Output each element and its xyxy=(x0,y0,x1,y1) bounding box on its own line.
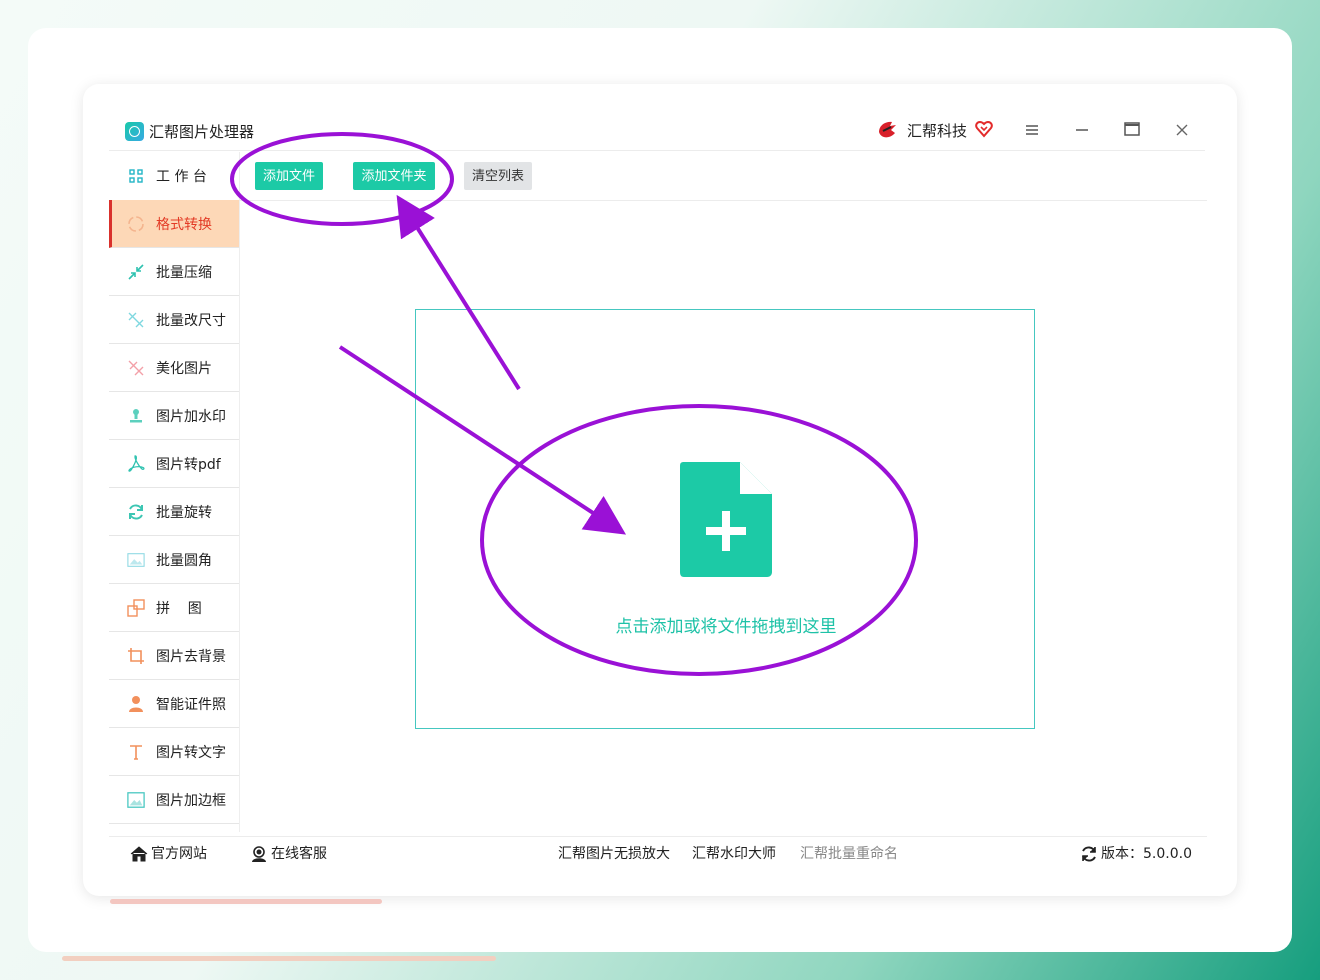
sidebar-item-label: 图片加水印 xyxy=(156,408,226,425)
window-shadow-bar xyxy=(110,899,382,904)
sidebar-item-round-corner[interactable]: 批量圆角 xyxy=(109,536,239,584)
sidebar-item-label: 拼 图 xyxy=(156,600,202,617)
version-info[interactable]: 版本：5.0.0.0 xyxy=(1080,844,1192,864)
pdf-icon xyxy=(127,454,145,473)
collage-icon xyxy=(127,598,145,617)
add-folder-button[interactable]: 添加文件夹 xyxy=(353,162,435,190)
file-drop-zone[interactable]: 点击添加或将文件拖拽到这里 xyxy=(415,309,1035,729)
home-icon xyxy=(130,846,148,862)
round-corner-icon xyxy=(127,551,145,569)
sidebar-item-collage[interactable]: 拼 图 xyxy=(109,584,239,632)
crop-icon xyxy=(127,647,145,665)
sidebar-item-batch-rotate[interactable]: 批量旋转 xyxy=(109,488,239,536)
toolbar-divider xyxy=(239,200,1207,201)
sidebar-item-label: 图片去背景 xyxy=(156,648,226,665)
close-icon[interactable] xyxy=(1171,120,1193,142)
add-file-button[interactable]: 添加文件 xyxy=(255,162,323,190)
menu-icon[interactable] xyxy=(1021,120,1043,142)
clear-list-button[interactable]: 清空列表 xyxy=(464,162,532,190)
sidebar-item-id-photo[interactable]: 智能证件照 xyxy=(109,680,239,728)
watermark-icon xyxy=(127,407,145,425)
sidebar-item-label: 图片转pdf xyxy=(156,456,221,473)
sidebar-item-label: 批量压缩 xyxy=(156,264,212,281)
official-site-link[interactable]: 官方网站 xyxy=(130,844,207,864)
version-label: 版本：5.0.0.0 xyxy=(1101,846,1192,862)
compress-icon xyxy=(127,263,145,281)
online-service-link[interactable]: 在线客服 xyxy=(250,844,327,864)
frame-icon xyxy=(127,791,145,809)
sidebar-item-label: 图片转文字 xyxy=(156,744,226,761)
sidebar-item-batch-compress[interactable]: 批量压缩 xyxy=(109,248,239,296)
official-site-label: 官方网站 xyxy=(151,846,207,862)
sidebar-item-label: 批量改尺寸 xyxy=(156,312,226,329)
sidebar-item-workbench[interactable]: 工 作 台 xyxy=(109,152,239,200)
sidebar-item-label: 美化图片 xyxy=(156,360,212,377)
sidebar-item-beautify[interactable]: 美化图片 xyxy=(109,344,239,392)
footer-link-watermark-master[interactable]: 汇帮水印大师 xyxy=(692,844,776,864)
sidebar-item-batch-resize[interactable]: 批量改尺寸 xyxy=(109,296,239,344)
sidebar-item-add-frame[interactable]: 图片加边框 xyxy=(109,776,239,824)
sidebar-item-label: 格式转换 xyxy=(156,216,212,233)
brand-logo-icon xyxy=(879,121,896,138)
sidebar-divider xyxy=(239,152,240,832)
convert-icon xyxy=(127,215,145,233)
minimize-icon[interactable] xyxy=(1071,120,1093,142)
sidebar-item-label: 图片加边框 xyxy=(156,792,226,809)
sidebar-item-remove-bg[interactable]: 图片去背景 xyxy=(109,632,239,680)
sidebar-item-to-text[interactable]: 图片转文字 xyxy=(109,728,239,776)
vip-heart-icon[interactable] xyxy=(975,120,993,138)
grid-icon xyxy=(127,167,145,185)
sidebar-item-label: 批量圆角 xyxy=(156,552,212,569)
sidebar-item-to-pdf[interactable]: 图片转pdf xyxy=(109,440,239,488)
beautify-icon xyxy=(127,359,145,377)
resize-icon xyxy=(127,311,145,329)
brand-name: 汇帮科技 xyxy=(907,122,968,140)
add-file-icon[interactable] xyxy=(680,462,772,578)
customer-service-icon xyxy=(252,846,266,862)
sidebar-item-format-convert[interactable]: 格式转换 xyxy=(109,200,239,248)
footer-divider xyxy=(109,836,1207,837)
refresh-icon xyxy=(1082,846,1096,862)
person-icon xyxy=(127,695,145,713)
sidebar-item-watermark[interactable]: 图片加水印 xyxy=(109,392,239,440)
app-logo-icon xyxy=(125,122,144,141)
text-icon xyxy=(127,743,145,761)
drop-zone-text: 点击添加或将文件拖拽到这里 xyxy=(615,617,837,637)
app-window: 汇帮图片处理器 汇帮科技 工 作 台 格式转换 批量压缩 批量改尺寸 美化图片 … xyxy=(83,84,1237,896)
sidebar-item-label: 工 作 台 xyxy=(156,169,207,185)
maximize-icon[interactable] xyxy=(1121,120,1143,142)
rotate-icon xyxy=(127,503,145,521)
sidebar: 工 作 台 格式转换 批量压缩 批量改尺寸 美化图片 图片加水印 图片转pdf … xyxy=(109,152,239,824)
sidebar-item-label: 智能证件照 xyxy=(156,696,226,713)
sidebar-item-label: 批量旋转 xyxy=(156,504,212,521)
footer-link-batch-rename[interactable]: 汇帮批量重命名 xyxy=(800,844,898,864)
app-title: 汇帮图片处理器 xyxy=(149,123,255,141)
online-service-label: 在线客服 xyxy=(271,846,327,862)
footer-link-upscale[interactable]: 汇帮图片无损放大 xyxy=(558,844,670,864)
title-divider xyxy=(109,150,1205,151)
frame-shadow-bar xyxy=(62,956,496,961)
